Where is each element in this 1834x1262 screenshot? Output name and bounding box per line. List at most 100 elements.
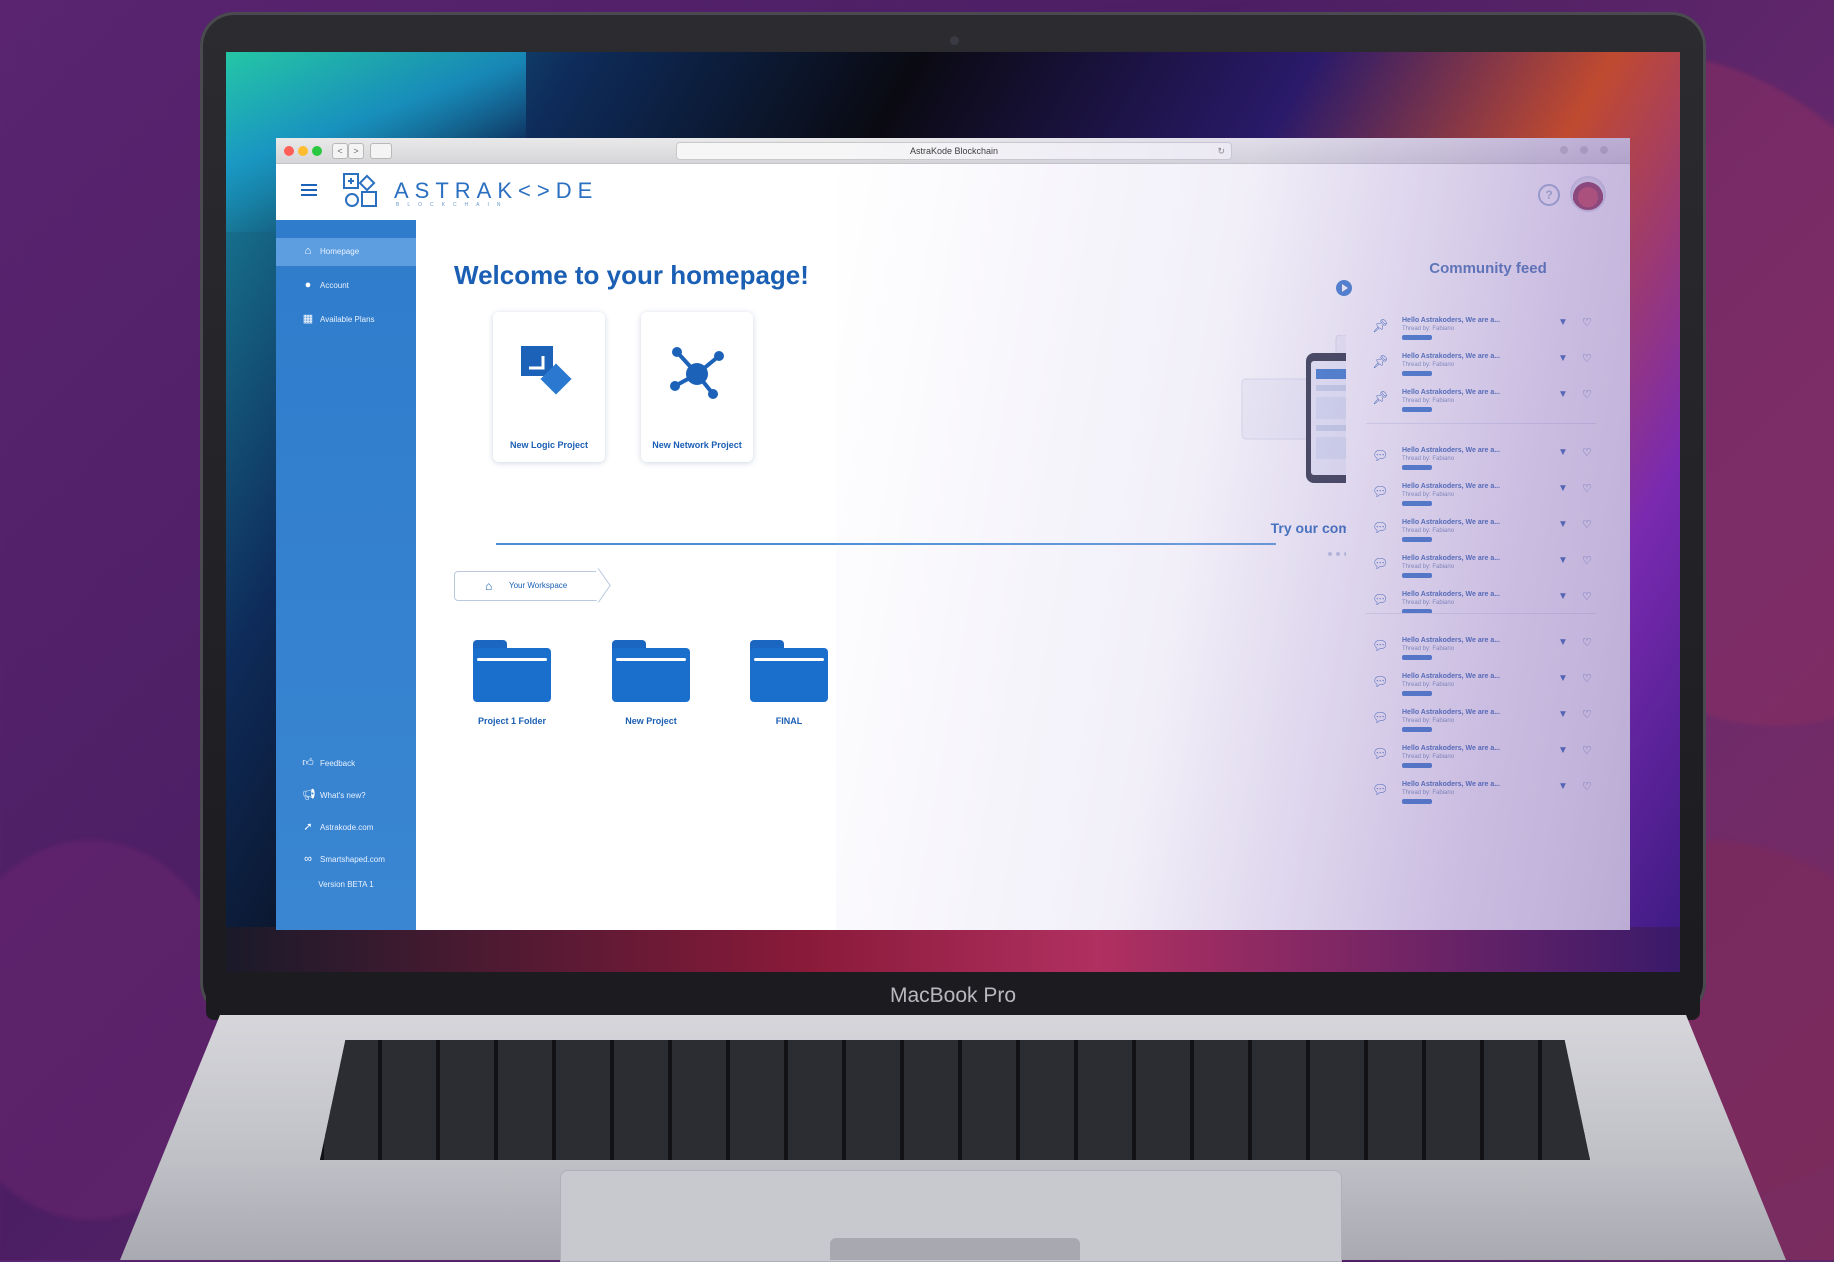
folder-project-1[interactable]: Project 1 Folder bbox=[473, 640, 551, 726]
sidebar-item-label: Astrakode.com bbox=[320, 823, 374, 832]
feed-row[interactable]: 💬︎ Hello Astrakoders, We are a... Thread b… bbox=[1356, 481, 1606, 513]
help-icon[interactable]: ? bbox=[1538, 184, 1560, 206]
feed-row[interactable]: 💬︎ Hello Astrakoders, We are a... Thread b… bbox=[1356, 553, 1606, 585]
folder-icon bbox=[473, 640, 551, 702]
heart-icon[interactable]: ♡ bbox=[1582, 446, 1592, 459]
pin-icon: 📌︎ bbox=[1372, 318, 1389, 333]
sidebar-item-smartshaped[interactable]: ∞ Smartshaped.com bbox=[276, 846, 416, 874]
expand-icon[interactable]: ▼ bbox=[1558, 353, 1568, 364]
share-icon[interactable] bbox=[1560, 146, 1568, 154]
expand-icon[interactable]: ▼ bbox=[1558, 591, 1568, 602]
folder-name: New Project bbox=[625, 716, 677, 726]
expand-icon[interactable]: ▼ bbox=[1558, 745, 1568, 756]
chat-icon: 💬︎ bbox=[1372, 782, 1389, 797]
chat-icon: 💬︎ bbox=[1372, 520, 1389, 535]
feed-post-title: Hello Astrakoders, We are a... bbox=[1402, 745, 1501, 752]
expand-icon[interactable]: ▼ bbox=[1558, 781, 1568, 792]
feed-row[interactable]: 💬︎ Hello Astrakoders, We are a... Thread b… bbox=[1356, 707, 1606, 739]
infinity-icon: ∞ bbox=[304, 853, 312, 865]
feed-row[interactable]: 💬︎ Hello Astrakoders, We are a... Thread b… bbox=[1356, 635, 1606, 667]
sidebar-item-whats-new[interactable]: 📢︎ What's new? bbox=[276, 782, 416, 810]
minimize-window-button[interactable] bbox=[298, 146, 308, 156]
sidebar-item-label: Account bbox=[320, 281, 349, 290]
tabs-icon[interactable] bbox=[1580, 146, 1588, 154]
feed-post-tag bbox=[1402, 371, 1432, 376]
maximize-window-button[interactable] bbox=[312, 146, 322, 156]
folder-new-project[interactable]: New Project bbox=[612, 640, 690, 726]
pin-icon: 📌︎ bbox=[1372, 354, 1389, 369]
feed-post-meta: Thread by: Fabiano bbox=[1402, 362, 1455, 368]
keyboard bbox=[320, 1040, 1590, 1160]
feed-row[interactable]: 💬︎ Hello Astrakoders, We are a... Thread b… bbox=[1356, 517, 1606, 549]
browser-titlebar: < > AstraKode Blockchain ↻ bbox=[276, 138, 1630, 164]
sidebar-item-astrakode[interactable]: ➚ Astrakode.com bbox=[276, 814, 416, 842]
feed-row[interactable]: 📌︎ Hello Astrakoders, We are a... Thread b… bbox=[1356, 351, 1606, 383]
expand-icon[interactable]: ▼ bbox=[1558, 389, 1568, 400]
expand-icon[interactable]: ▼ bbox=[1558, 673, 1568, 684]
sidebar: ⌂ Homepage ● Account ▦ Available Plans 👍… bbox=[276, 220, 416, 930]
address-bar[interactable]: AstraKode Blockchain ↻ bbox=[676, 142, 1232, 160]
feed-row[interactable]: 💬︎ Hello Astrakoders, We are a... Thread b… bbox=[1356, 743, 1606, 775]
heart-icon[interactable]: ♡ bbox=[1582, 352, 1592, 365]
feed-row[interactable]: 💬︎ Hello Astrakoders, We are a... Thread b… bbox=[1356, 671, 1606, 703]
feed-post-meta: Thread by: Fabiano bbox=[1402, 646, 1455, 652]
expand-icon[interactable]: ▼ bbox=[1558, 555, 1568, 566]
heart-icon[interactable]: ♡ bbox=[1582, 388, 1592, 401]
sidebar-item-account[interactable]: ● Account bbox=[276, 272, 416, 300]
close-window-button[interactable] bbox=[284, 146, 294, 156]
reload-icon[interactable]: ↻ bbox=[1217, 143, 1225, 159]
feed-post-title: Hello Astrakoders, We are a... bbox=[1402, 447, 1501, 454]
feed-post-tag bbox=[1402, 465, 1432, 470]
chat-icon: 💬︎ bbox=[1372, 638, 1389, 653]
heart-icon[interactable]: ♡ bbox=[1582, 708, 1592, 721]
heart-icon[interactable]: ♡ bbox=[1582, 744, 1592, 757]
browser-window: < > AstraKode Blockchain ↻ ASTRAK<>DE BL… bbox=[276, 138, 1630, 930]
megaphone-icon: 📢︎ bbox=[302, 789, 316, 801]
grid-icon: ▦ bbox=[302, 313, 314, 325]
feed-row[interactable]: 📌︎ Hello Astrakoders, We are a... Thread b… bbox=[1356, 387, 1606, 419]
heart-icon[interactable]: ♡ bbox=[1582, 780, 1592, 793]
menu-icon[interactable] bbox=[301, 184, 317, 196]
feed-row[interactable]: 📌︎ Hello Astrakoders, We are a... Thread b… bbox=[1356, 315, 1606, 347]
heart-icon[interactable]: ♡ bbox=[1582, 554, 1592, 567]
sidebar-item-homepage[interactable]: ⌂ Homepage bbox=[276, 238, 416, 266]
chat-icon: 💬︎ bbox=[1372, 484, 1389, 499]
breadcrumb[interactable]: ⌂ Your Workspace bbox=[454, 571, 600, 601]
sidebar-toggle-icon[interactable] bbox=[370, 143, 392, 159]
heart-icon[interactable]: ♡ bbox=[1582, 518, 1592, 531]
heart-icon[interactable]: ♡ bbox=[1582, 590, 1592, 603]
heart-icon[interactable]: ♡ bbox=[1582, 482, 1592, 495]
thumbs-up-icon: 👍︎ bbox=[302, 757, 314, 769]
expand-icon[interactable]: ▼ bbox=[1558, 519, 1568, 530]
sidebar-item-feedback[interactable]: 👍︎ Feedback bbox=[276, 750, 416, 778]
folder-final[interactable]: FINAL bbox=[750, 640, 828, 726]
network-project-icon bbox=[670, 347, 724, 399]
new-logic-project-card[interactable]: New Logic Project bbox=[493, 312, 605, 462]
address-bar-text: AstraKode Blockchain bbox=[909, 146, 999, 156]
add-tab-icon[interactable] bbox=[1600, 146, 1608, 154]
expand-icon[interactable]: ▼ bbox=[1558, 317, 1568, 328]
expand-icon[interactable]: ▼ bbox=[1558, 637, 1568, 648]
back-button[interactable]: < bbox=[332, 143, 348, 159]
feed-post-tag bbox=[1402, 537, 1432, 542]
feed-post-meta: Thread by: Fabiano bbox=[1402, 790, 1455, 796]
feed-row[interactable]: 💬︎ Hello Astrakoders, We are a... Thread b… bbox=[1356, 779, 1606, 811]
feed-post-title: Hello Astrakoders, We are a... bbox=[1402, 637, 1501, 644]
card-label: New Logic Project bbox=[509, 440, 589, 450]
expand-icon[interactable]: ▼ bbox=[1558, 447, 1568, 458]
heart-icon[interactable]: ♡ bbox=[1582, 672, 1592, 685]
expand-icon[interactable]: ▼ bbox=[1558, 483, 1568, 494]
avatar[interactable] bbox=[1570, 176, 1606, 212]
chat-icon: 💬︎ bbox=[1372, 710, 1389, 725]
heart-icon[interactable]: ♡ bbox=[1582, 316, 1592, 329]
forward-button[interactable]: > bbox=[348, 143, 364, 159]
feed-post-title: Hello Astrakoders, We are a... bbox=[1402, 709, 1501, 716]
expand-icon[interactable]: ▼ bbox=[1558, 709, 1568, 720]
sidebar-item-available-plans[interactable]: ▦ Available Plans bbox=[276, 306, 416, 334]
feed-row[interactable]: 💬︎ Hello Astrakoders, We are a... Thread b… bbox=[1356, 589, 1606, 621]
wallpaper-strip bbox=[226, 927, 1680, 972]
feed-row[interactable]: 💬︎ Hello Astrakoders, We are a... Thread b… bbox=[1356, 445, 1606, 477]
play-icon[interactable] bbox=[1336, 280, 1352, 296]
new-network-project-card[interactable]: New Network Project bbox=[641, 312, 753, 462]
heart-icon[interactable]: ♡ bbox=[1582, 636, 1592, 649]
